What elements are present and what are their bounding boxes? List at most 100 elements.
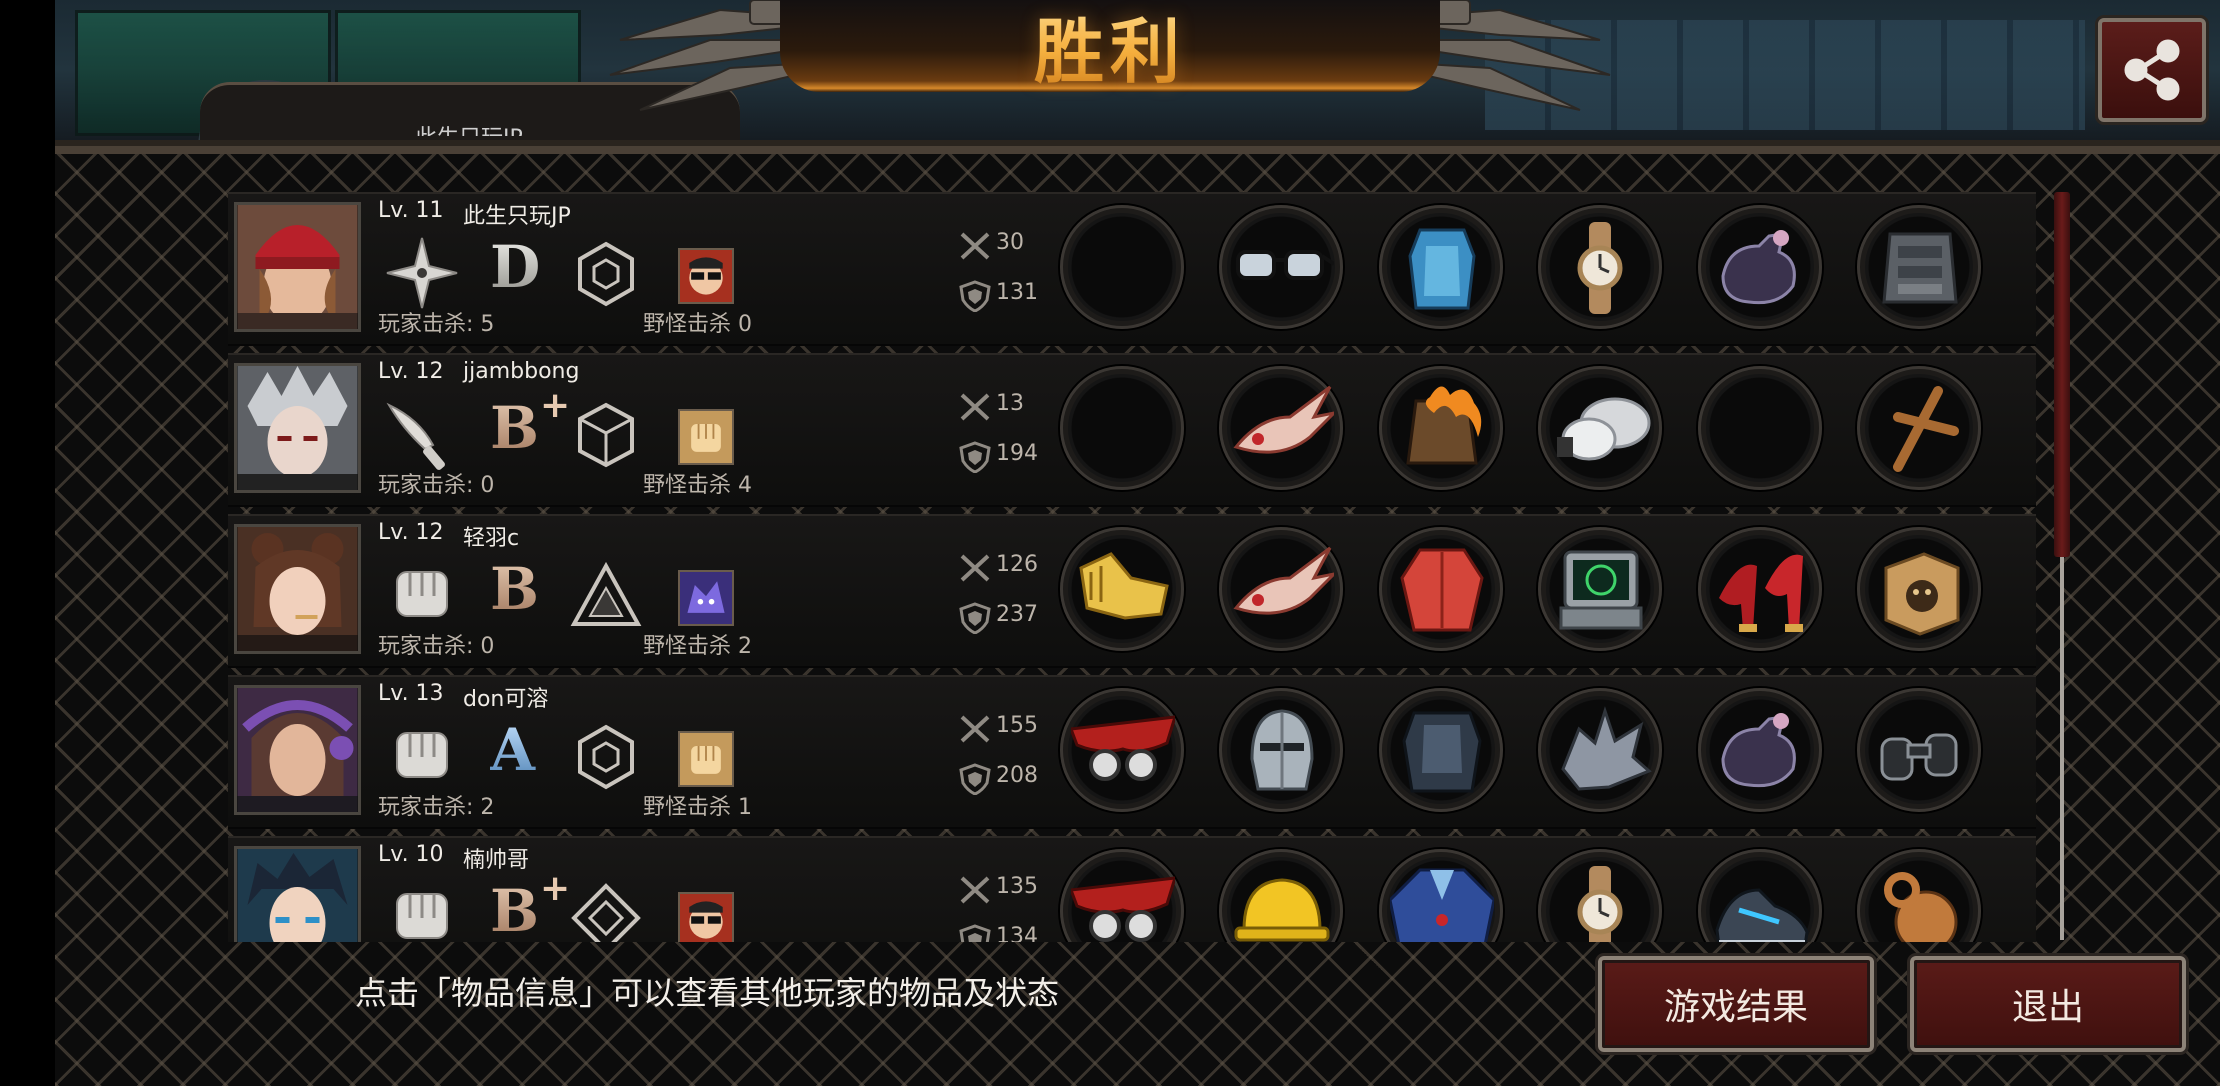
fist-pet-icon <box>678 731 734 787</box>
defense-value: 134 <box>996 924 1038 942</box>
fist-pet-icon <box>678 409 734 465</box>
wooden-cross-icon <box>1893 386 1959 472</box>
equipment-slot[interactable] <box>1698 849 1822 942</box>
hard-hat-icon <box>1234 878 1330 942</box>
fist-icon <box>396 732 448 778</box>
equipment-slot[interactable] <box>1219 205 1343 329</box>
defense-stat: 237 <box>958 602 1048 634</box>
equipment-slot[interactable] <box>1379 366 1503 490</box>
equipment-slot[interactable] <box>1060 849 1184 942</box>
game-result-button[interactable]: 游戏结果 <box>1598 956 1874 1052</box>
equipment-slot-empty[interactable] <box>1060 205 1184 329</box>
exit-button[interactable]: 退出 <box>1910 956 2186 1052</box>
binoculars-icon <box>1880 733 1958 781</box>
player-avatar[interactable] <box>234 846 361 942</box>
radar-device-icon <box>1559 550 1643 630</box>
blue-armor-icon <box>1408 228 1476 310</box>
dark-armor-icon <box>1402 711 1482 793</box>
hexagon-rank-icon <box>578 241 634 307</box>
triangle-rank-icon <box>570 561 642 626</box>
knife-icon <box>386 402 445 470</box>
player-level: Lv. 11 <box>378 198 444 223</box>
red-mask-icon <box>1071 715 1175 781</box>
monster-kill-count: 野怪击杀 2 <box>643 634 752 659</box>
equipment-slot[interactable] <box>1538 849 1662 942</box>
red-heels-icon <box>1719 554 1803 632</box>
player-avatar[interactable] <box>234 524 361 654</box>
player-row[interactable]: Lv. 12 轻羽c B 玩家击杀: 0 野怪击杀 2 126 237 <box>228 514 2036 668</box>
blue-cape-icon <box>1390 868 1494 942</box>
shield-icon <box>959 602 991 634</box>
player-row[interactable]: Lv. 12 jjambbong B + 玩家击杀: 0 野怪击杀 4 13 1… <box>228 353 2036 507</box>
hexagon-rank-icon <box>578 724 634 790</box>
shield-icon <box>959 763 991 795</box>
monster-kill-count: 野怪击杀 1 <box>643 795 752 820</box>
monster-kill-count: 野怪击杀 4 <box>643 473 752 498</box>
equipment-slot[interactable] <box>1698 688 1822 812</box>
purple-gloves-icon <box>1721 230 1796 305</box>
player-avatar[interactable] <box>234 685 361 815</box>
grade-letter: D <box>490 232 560 302</box>
equipment-slot[interactable] <box>1219 527 1343 651</box>
crossed-swords-icon <box>960 876 990 904</box>
equipment-slot[interactable] <box>1060 688 1184 812</box>
sunglasses-pet-icon <box>678 248 734 304</box>
crossed-swords-icon <box>960 554 990 582</box>
equipment-slot[interactable] <box>1538 205 1662 329</box>
equipment-slot-empty[interactable] <box>1698 366 1822 490</box>
victory-banner: 胜利 <box>780 0 1440 93</box>
equipment-slot[interactable] <box>1538 366 1662 490</box>
player-name: 此生只玩JP <box>463 204 571 229</box>
fist-icon <box>396 893 448 939</box>
equipment-slot[interactable] <box>1060 527 1184 651</box>
equipment-slot[interactable] <box>1379 688 1503 812</box>
scrollbar-thumb[interactable] <box>2054 192 2070 557</box>
equipment-slot[interactable] <box>1538 527 1662 651</box>
equipment-slot[interactable] <box>1219 366 1343 490</box>
player-row[interactable]: Lv. 13 don可溶 A 玩家击杀: 2 野怪击杀 1 155 208 <box>228 675 2036 829</box>
defense-stat: 208 <box>958 763 1048 795</box>
player-name: jjambbong <box>463 359 580 384</box>
crossed-swords-icon <box>960 232 990 260</box>
equipment-slot[interactable] <box>1857 688 1981 812</box>
equipment-slot[interactable] <box>1379 849 1503 942</box>
equipment-slot[interactable] <box>1698 527 1822 651</box>
equipment-slot[interactable] <box>1379 205 1503 329</box>
equipment-slot[interactable] <box>1857 527 1981 651</box>
equipment-slot[interactable] <box>1698 205 1822 329</box>
equipment-slot[interactable] <box>1219 688 1343 812</box>
player-row[interactable]: Lv. 10 楠帅哥 B + 135 134 <box>228 836 2036 942</box>
equipment-slot[interactable] <box>1379 527 1503 651</box>
golden-gauntlet-icon <box>1079 552 1169 620</box>
wristwatch-icon <box>1577 222 1623 314</box>
attack-value: 13 <box>996 391 1024 416</box>
red-jacket-icon <box>1400 548 1484 632</box>
player-avatar[interactable] <box>234 202 361 332</box>
equipment-slot[interactable] <box>1857 205 1981 329</box>
wristwatch-icon <box>1577 866 1623 942</box>
cat-box-icon <box>1884 552 1960 636</box>
player-kill-count: 玩家击杀: 0 <box>378 634 495 659</box>
equipment-slot[interactable] <box>1219 849 1343 942</box>
defense-value: 237 <box>996 602 1038 627</box>
defense-stat: 134 <box>958 924 1048 942</box>
equipment-slot-empty[interactable] <box>1060 366 1184 490</box>
player-row[interactable]: Lv. 11 此生只玩JP D 玩家击杀: 5 野怪击杀 0 30 131 <box>228 192 2036 346</box>
defense-stat: 131 <box>958 280 1048 312</box>
grade-letter: A <box>490 715 560 785</box>
player-name: 轻羽c <box>463 526 520 551</box>
crossed-swords-icon <box>960 393 990 421</box>
player-avatar[interactable] <box>234 363 361 493</box>
player-level: Lv. 12 <box>378 359 444 384</box>
player-kill-count: 玩家击杀: 5 <box>378 312 495 337</box>
fist-icon <box>396 571 448 617</box>
attack-stat: 135 <box>958 874 1048 904</box>
bronze-gourd-icon <box>1884 872 1958 942</box>
equipment-slot[interactable] <box>1538 688 1662 812</box>
attack-value: 126 <box>996 552 1038 577</box>
equipment-slot[interactable] <box>1857 366 1981 490</box>
equipment-slot[interactable] <box>1857 849 1981 942</box>
player-name: 楠帅哥 <box>463 848 530 873</box>
left-edge <box>0 0 55 1080</box>
share-button[interactable] <box>2098 18 2206 122</box>
